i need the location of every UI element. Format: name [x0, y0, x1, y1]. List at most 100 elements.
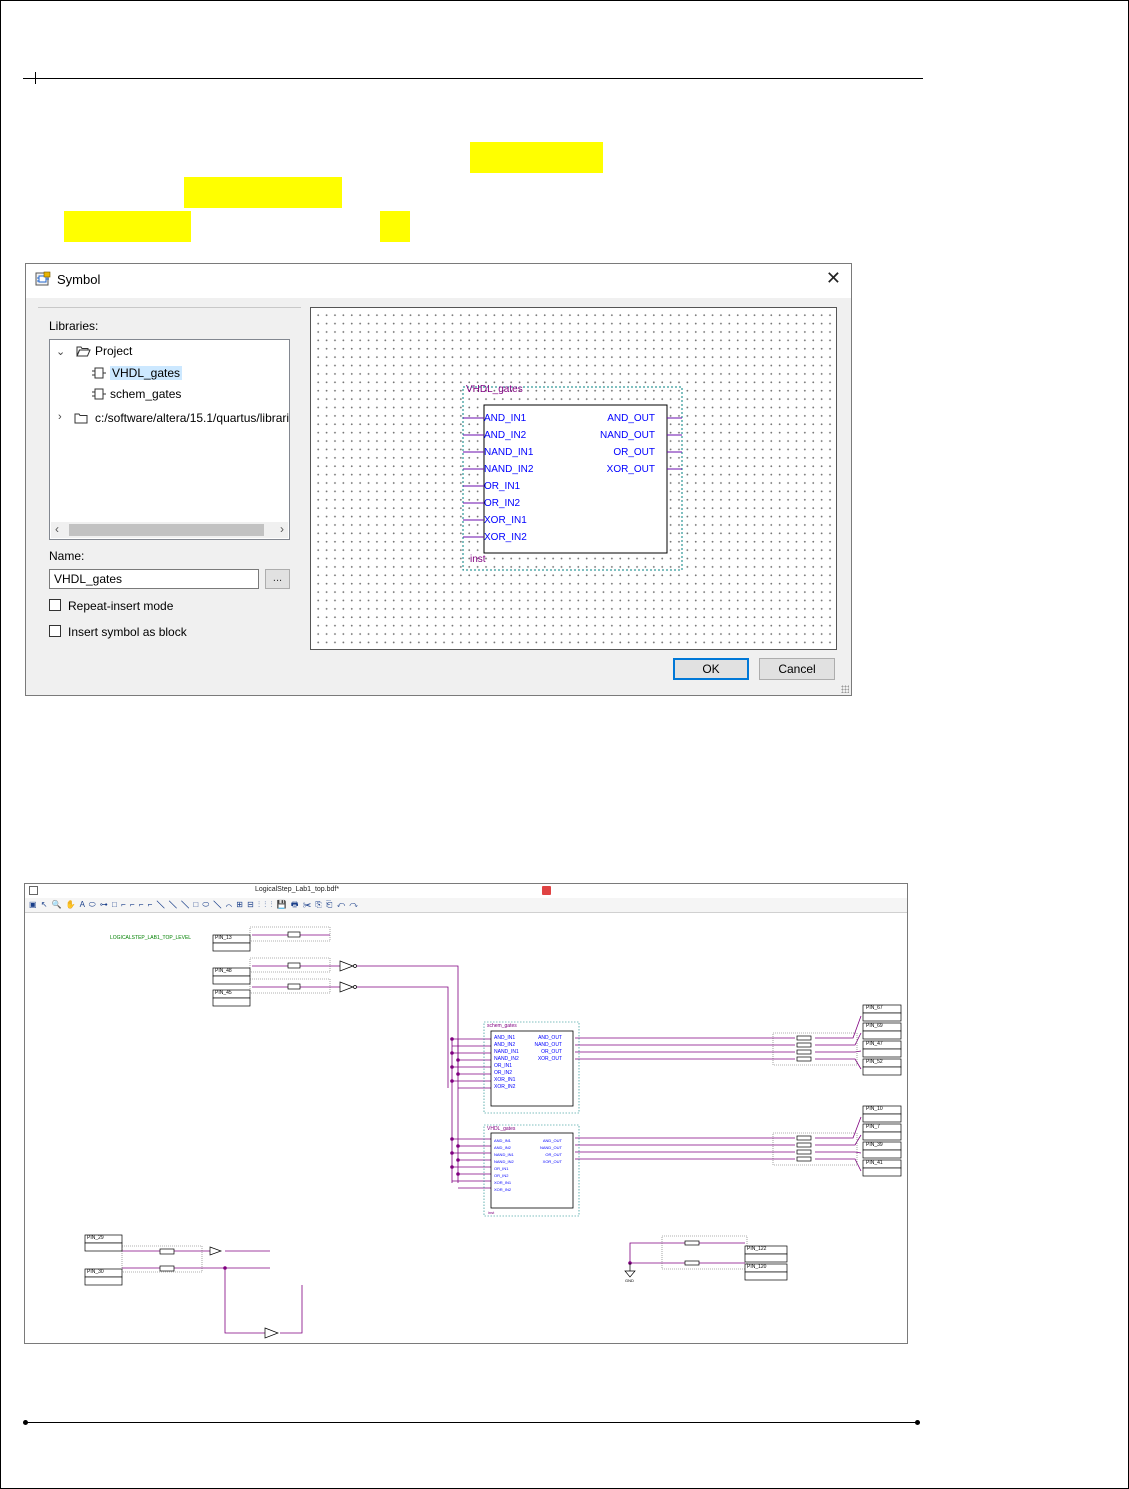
input-port-label: OR_IN2 — [484, 498, 521, 509]
libraries-label: Libraries: — [49, 319, 99, 333]
input-port-label: XOR_IN2 — [484, 532, 527, 543]
port-label: AND_OUT — [538, 1035, 562, 1041]
highlight-1 — [470, 142, 603, 173]
dialog-title: Symbol — [57, 272, 101, 287]
highlight-2 — [184, 177, 342, 208]
pin-label: PIN_120 — [747, 1264, 767, 1270]
schematic-window: LogicalStep_Lab1_top.bdf* ▣ ↖ 🔍 ✋ A ⬭ ⊶ … — [24, 883, 908, 1344]
top-rule-tick — [35, 72, 36, 84]
chevron-right-icon[interactable]: › — [58, 411, 62, 423]
block1-inputs: AND_IN1 AND_IN2 NAND_IN1 NAND_IN2 OR_IN1… — [494, 1035, 519, 1091]
ok-button[interactable]: OK — [673, 658, 749, 680]
highlight-3 — [64, 211, 191, 242]
port-label: NAND_OUT — [539, 1145, 562, 1150]
preview-outputs: AND_OUT NAND_OUT OR_OUT XOR_OUT — [600, 410, 655, 478]
close-icon[interactable]: ✕ — [826, 268, 841, 289]
resize-grip-icon[interactable] — [841, 685, 849, 693]
schematic-wires — [84, 926, 902, 1339]
schematic-app-icon — [29, 886, 38, 895]
pin-label: PIN_45 — [215, 990, 232, 996]
tree-item-label: c:/software/altera/15.1/quartus/librarie — [95, 411, 290, 425]
highlight-4 — [380, 211, 410, 242]
block2-outputs: AND_OUT NAND_OUT OR_OUT XOR_OUT — [540, 1137, 562, 1165]
pin-label: PIN_48 — [215, 968, 232, 974]
chevron-down-icon[interactable]: ⌄ — [56, 345, 65, 358]
port-label: XOR_IN2 — [494, 1084, 516, 1090]
toolbar-icons[interactable]: ▣ ↖ 🔍 ✋ A ⬭ ⊶ □ ⌐ ⌐ ⌐ ⌐ ╲ ╲ ╲ □ ⬭ ╲ ⌒ ⊞ … — [25, 900, 359, 909]
scroll-right-icon[interactable]: › — [280, 522, 284, 536]
folder-icon — [74, 413, 88, 424]
schematic-title: LogicalStep_Lab1_top.bdf* — [255, 886, 340, 893]
repeat-insert-checkbox[interactable] — [49, 599, 61, 611]
symbol-app-icon — [35, 271, 51, 286]
symbol-icon — [92, 367, 106, 379]
browse-button[interactable]: ... — [265, 569, 290, 589]
top-rule — [23, 78, 923, 79]
input-port-label: XOR_IN1 — [484, 515, 527, 526]
block-name: VHDL_gates — [487, 1126, 516, 1132]
port-label: XOR_OUT — [542, 1159, 562, 1164]
close-icon[interactable] — [542, 886, 551, 895]
insert-block-label[interactable]: Insert symbol as block — [68, 625, 187, 639]
block1-outputs: AND_OUT NAND_OUT OR_OUT XOR_OUT — [534, 1035, 562, 1063]
name-input[interactable]: VHDL_gates — [49, 569, 259, 589]
pin-label: PIN_67 — [866, 1005, 883, 1011]
tree-item-label: schem_gates — [110, 387, 182, 401]
port-label: XOR_IN2 — [494, 1187, 512, 1192]
tree-item-quartus-library[interactable]: › c:/software/altera/15.1/quartus/librar… — [54, 410, 290, 428]
horizontal-scrollbar[interactable]: ‹ › — [51, 522, 288, 538]
port-label: XOR_IN1 — [494, 1077, 516, 1083]
preview-symbol — [462, 386, 683, 571]
pin-label: PIN_39 — [866, 1142, 883, 1148]
preview-inputs: AND_IN1 AND_IN2 NAND_IN1 NAND_IN2 OR_IN1… — [484, 410, 533, 546]
bottom-rule-left-dot — [23, 1420, 28, 1425]
port-label: NAND_IN2 — [494, 1159, 514, 1164]
tree-item-label: VHDL_gates — [110, 366, 183, 380]
pin-label: PIN_7 — [866, 1124, 880, 1130]
dialog-titlebar: Symbol ✕ — [26, 264, 851, 298]
pin-label: PIN_52 — [866, 1059, 883, 1065]
preview-instance-name: inst — [470, 554, 486, 565]
input-port-label: NAND_IN2 — [484, 464, 534, 475]
scroll-left-icon[interactable]: ‹ — [55, 522, 59, 536]
pin-label: PIN_29 — [87, 1235, 104, 1241]
port-label: AND_IN1 — [494, 1138, 511, 1143]
port-label: NAND_IN2 — [494, 1056, 519, 1062]
input-port-label: AND_IN2 — [484, 430, 527, 441]
port-label: NAND_IN1 — [494, 1049, 519, 1055]
instance-name: inst — [488, 1210, 495, 1215]
port-label: AND_IN2 — [494, 1145, 511, 1150]
pin-label: PIN_122 — [747, 1246, 767, 1252]
port-label: OR_IN1 — [494, 1063, 513, 1069]
input-port-label: NAND_IN1 — [484, 447, 534, 458]
block-name: schem_gates — [487, 1023, 517, 1029]
schematic-canvas[interactable]: LOGICALSTEP_LAB1_TOP_LEVEL PIN_13 PIN_48… — [25, 913, 907, 1343]
pin-label: PIN_41 — [866, 1160, 883, 1166]
output-port-label: NAND_OUT — [599, 430, 655, 441]
schematic-titlebar: LogicalStep_Lab1_top.bdf* — [25, 884, 907, 898]
port-label: XOR_IN1 — [494, 1180, 512, 1185]
dialog-separator — [38, 307, 301, 308]
bottom-rule-right-dot — [915, 1420, 920, 1425]
port-label: OR_IN1 — [494, 1166, 509, 1171]
schematic-toolbar[interactable]: ▣ ↖ 🔍 ✋ A ⬭ ⊶ □ ⌐ ⌐ ⌐ ⌐ ╲ ╲ ╲ □ ⬭ ╲ ⌒ ⊞ … — [25, 898, 907, 913]
libraries-tree[interactable]: ⌄ Project VHDL_gates schem_gates › c:/so… — [49, 339, 290, 540]
port-label: AND_IN1 — [494, 1035, 516, 1041]
block2-inputs: AND_IN1 AND_IN2 NAND_IN1 NAND_IN2 OR_IN1… — [494, 1137, 514, 1193]
repeat-insert-label[interactable]: Repeat-insert mode — [68, 599, 173, 613]
bottom-rule — [27, 1422, 920, 1423]
tree-item-label: Project — [95, 344, 133, 358]
input-port-label: OR_IN1 — [484, 481, 521, 492]
port-label: NAND_IN1 — [494, 1152, 514, 1157]
scroll-thumb[interactable] — [69, 524, 264, 536]
folder-open-icon — [76, 346, 91, 357]
cancel-button[interactable]: Cancel — [759, 658, 835, 680]
pin-label: PIN_30 — [87, 1269, 104, 1275]
insert-block-checkbox[interactable] — [49, 625, 61, 637]
name-label: Name: — [49, 549, 85, 563]
preview-symbol-name: VHDL_gates — [466, 384, 523, 395]
port-label: AND_IN2 — [494, 1042, 516, 1048]
output-port-label: OR_OUT — [613, 447, 655, 458]
input-port-label: AND_IN1 — [484, 413, 527, 424]
port-label: NAND_OUT — [534, 1042, 562, 1048]
